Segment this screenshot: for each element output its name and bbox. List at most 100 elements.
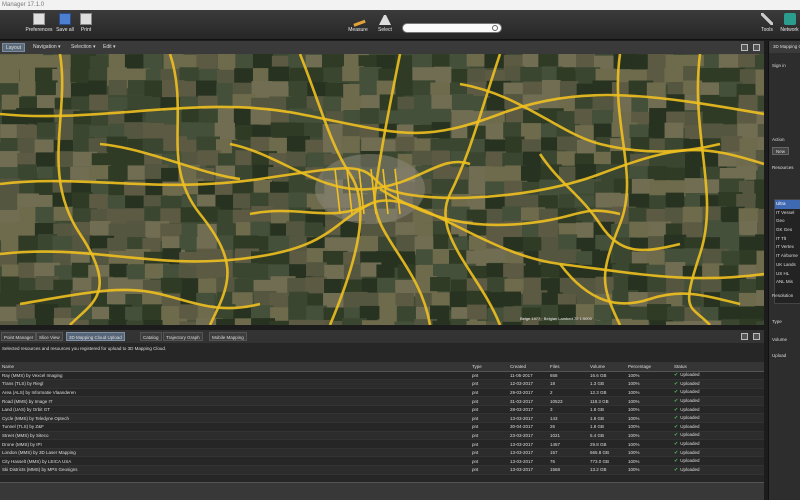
table-row[interactable]: Road (MMS) by Image IT pnt 31-03-2017 10523… [0, 396, 764, 406]
table-cell: Trans (TLS) by Riegl [0, 379, 470, 389]
status-text: Uploaded [680, 389, 700, 395]
map-status: Belge 1977 · Belgian Lambert 72 1:5000 [520, 316, 592, 321]
resource-item[interactable]: IT Vessel [775, 209, 800, 218]
table-row[interactable]: Drone (MMS) by IPI pnt 13-03-2017 1457 29.8 … [0, 439, 764, 449]
table-cell: 100% [626, 456, 672, 467]
table-cell: 1.8 GB [588, 405, 626, 415]
field-parcel [683, 80, 703, 96]
tab-edit[interactable]: Edit ▾ [100, 43, 119, 52]
map-view[interactable] [0, 54, 764, 325]
table-cell: ✔ Uploaded [672, 388, 764, 398]
new-button[interactable]: New [772, 147, 790, 155]
table-row[interactable]: City Hasselt (MMS) by LEICA USA pnt 13-03-… [0, 456, 764, 467]
field-parcel [306, 262, 327, 277]
tools-label: Tools [761, 27, 773, 33]
column-header[interactable]: Volume [588, 362, 626, 372]
field-parcel [502, 321, 522, 325]
close-icon[interactable] [753, 44, 760, 51]
column-header[interactable]: Created [508, 362, 548, 372]
field-parcel [0, 195, 19, 212]
resource-item[interactable]: Geo [775, 217, 800, 226]
field-parcel [142, 304, 163, 322]
network-button[interactable]: Network [779, 13, 800, 37]
table-row[interactable]: Area (ALS) by Informatie Vlaanderen pnt 29… [0, 388, 764, 398]
field-parcel [721, 136, 743, 154]
preferences-button[interactable]: Preferences [24, 13, 54, 37]
table-cell: 16.6 GB [588, 371, 626, 381]
field-parcel [701, 123, 724, 139]
table-cell: ✔ Uploaded [672, 431, 764, 441]
table-row[interactable]: Cycle (MMS) by Teledyne Optech pnt 13-03-2… [0, 413, 764, 424]
column-header[interactable]: Files [548, 362, 588, 372]
field-parcel [126, 320, 145, 325]
close-icon[interactable] [753, 333, 760, 340]
resource-item[interactable]: Ultra [775, 200, 800, 209]
aerial-map[interactable] [0, 54, 764, 325]
field-parcel [161, 80, 185, 99]
tab-layout[interactable]: Layout [2, 43, 26, 52]
status-text: Uploaded [680, 466, 700, 472]
field-parcel [18, 235, 39, 251]
table-cell: 13.2 GB [588, 465, 626, 475]
maximize-icon[interactable] [741, 44, 748, 51]
field-parcel [486, 321, 505, 325]
print-button[interactable]: Print [78, 13, 94, 37]
maximize-icon[interactable] [741, 333, 748, 340]
table-row[interactable]: Land (UAS) by Orbit GT pnt 28-03-2017 3 1.8 … [0, 405, 764, 415]
table-cell: 1568 [548, 465, 588, 475]
tab-cloud-upload[interactable]: 3D Mapping Cloud Upload [66, 332, 125, 341]
tab-mobile-mapping[interactable]: Mobile Mapping [209, 332, 247, 341]
tab-trajectory-graph[interactable]: Trajectory Graph [163, 332, 203, 341]
resource-item[interactable]: IT Airborne [775, 252, 800, 261]
table-cell: pnt [470, 422, 508, 432]
resource-item[interactable]: US HL [775, 270, 800, 279]
table-row[interactable]: Tunnel (TLS) by Z&F pnt 30-04-2017 26 1.8 GB… [0, 422, 764, 432]
table-cell: 13-03-2017 [508, 456, 548, 467]
table-row[interactable]: Ray (MMS) by Vexcel Imaging pnt 11-05-2017… [0, 371, 764, 381]
field-parcel [142, 122, 165, 139]
resource-item[interactable]: UK Lands [775, 261, 800, 270]
field-parcel [505, 136, 525, 156]
table-cell: 2 [548, 388, 588, 398]
field-parcel [323, 96, 343, 111]
resource-item[interactable]: GK Geo [775, 226, 800, 235]
tab-point-manager[interactable]: Point Manager [1, 332, 37, 341]
measure-button[interactable]: Measure [346, 11, 370, 37]
column-header[interactable]: Percentage [626, 362, 672, 372]
field-parcel [628, 166, 649, 181]
field-parcel [667, 306, 686, 321]
search-input[interactable] [402, 23, 502, 33]
field-parcel [89, 94, 109, 111]
field-parcel [467, 304, 487, 320]
table-row[interactable]: London (MMS) by 3D Laser Mapping pnt 13-03… [0, 448, 764, 458]
tools-button[interactable]: Tools [758, 13, 776, 37]
resource-item[interactable]: IT Vertex [775, 243, 800, 252]
resource-item[interactable]: IT Tlt [775, 235, 800, 244]
table-cell: pnt [470, 371, 508, 381]
table-cell: 658 [548, 371, 588, 381]
column-header[interactable]: Status [672, 362, 764, 372]
tab-selection[interactable]: Selection ▾ [68, 43, 98, 52]
preferences-icon [33, 13, 45, 25]
save-all-button[interactable]: Save all [54, 13, 76, 37]
field-parcel [503, 122, 522, 139]
table-row[interactable]: Trans (TLS) by Riegl pnt 12-03-2017 18 1.3 G… [0, 379, 764, 389]
field-parcel [0, 321, 20, 325]
field-parcel [89, 220, 111, 236]
tools-icon [761, 13, 773, 25]
select-icon [379, 13, 391, 25]
tab-catalog[interactable]: Catalog [140, 332, 162, 341]
field-parcel [755, 193, 764, 211]
table-row[interactable]: Ski Districts (MMS) by MPS Geosigns pnt 13… [0, 465, 764, 475]
select-button[interactable]: Select [376, 13, 394, 37]
column-header[interactable]: Type [470, 362, 508, 372]
table-cell: Drone (MMS) by IPI [0, 439, 470, 449]
table-row[interactable]: Street (MMS) by Siteco pnt 23-03-2017 1021 5… [0, 431, 764, 441]
field-parcel [432, 320, 454, 325]
column-header[interactable]: Name [0, 362, 470, 372]
resource-list[interactable]: Ultra IT Vessel Geo GK Geo IT Tlt IT Ver… [774, 199, 800, 304]
tab-slice-view[interactable]: Slice View [36, 332, 63, 341]
tab-navigation[interactable]: Navigation ▾ [30, 43, 64, 52]
resource-item[interactable]: ANL Mis [775, 278, 800, 287]
status-text: Uploaded [680, 372, 700, 378]
